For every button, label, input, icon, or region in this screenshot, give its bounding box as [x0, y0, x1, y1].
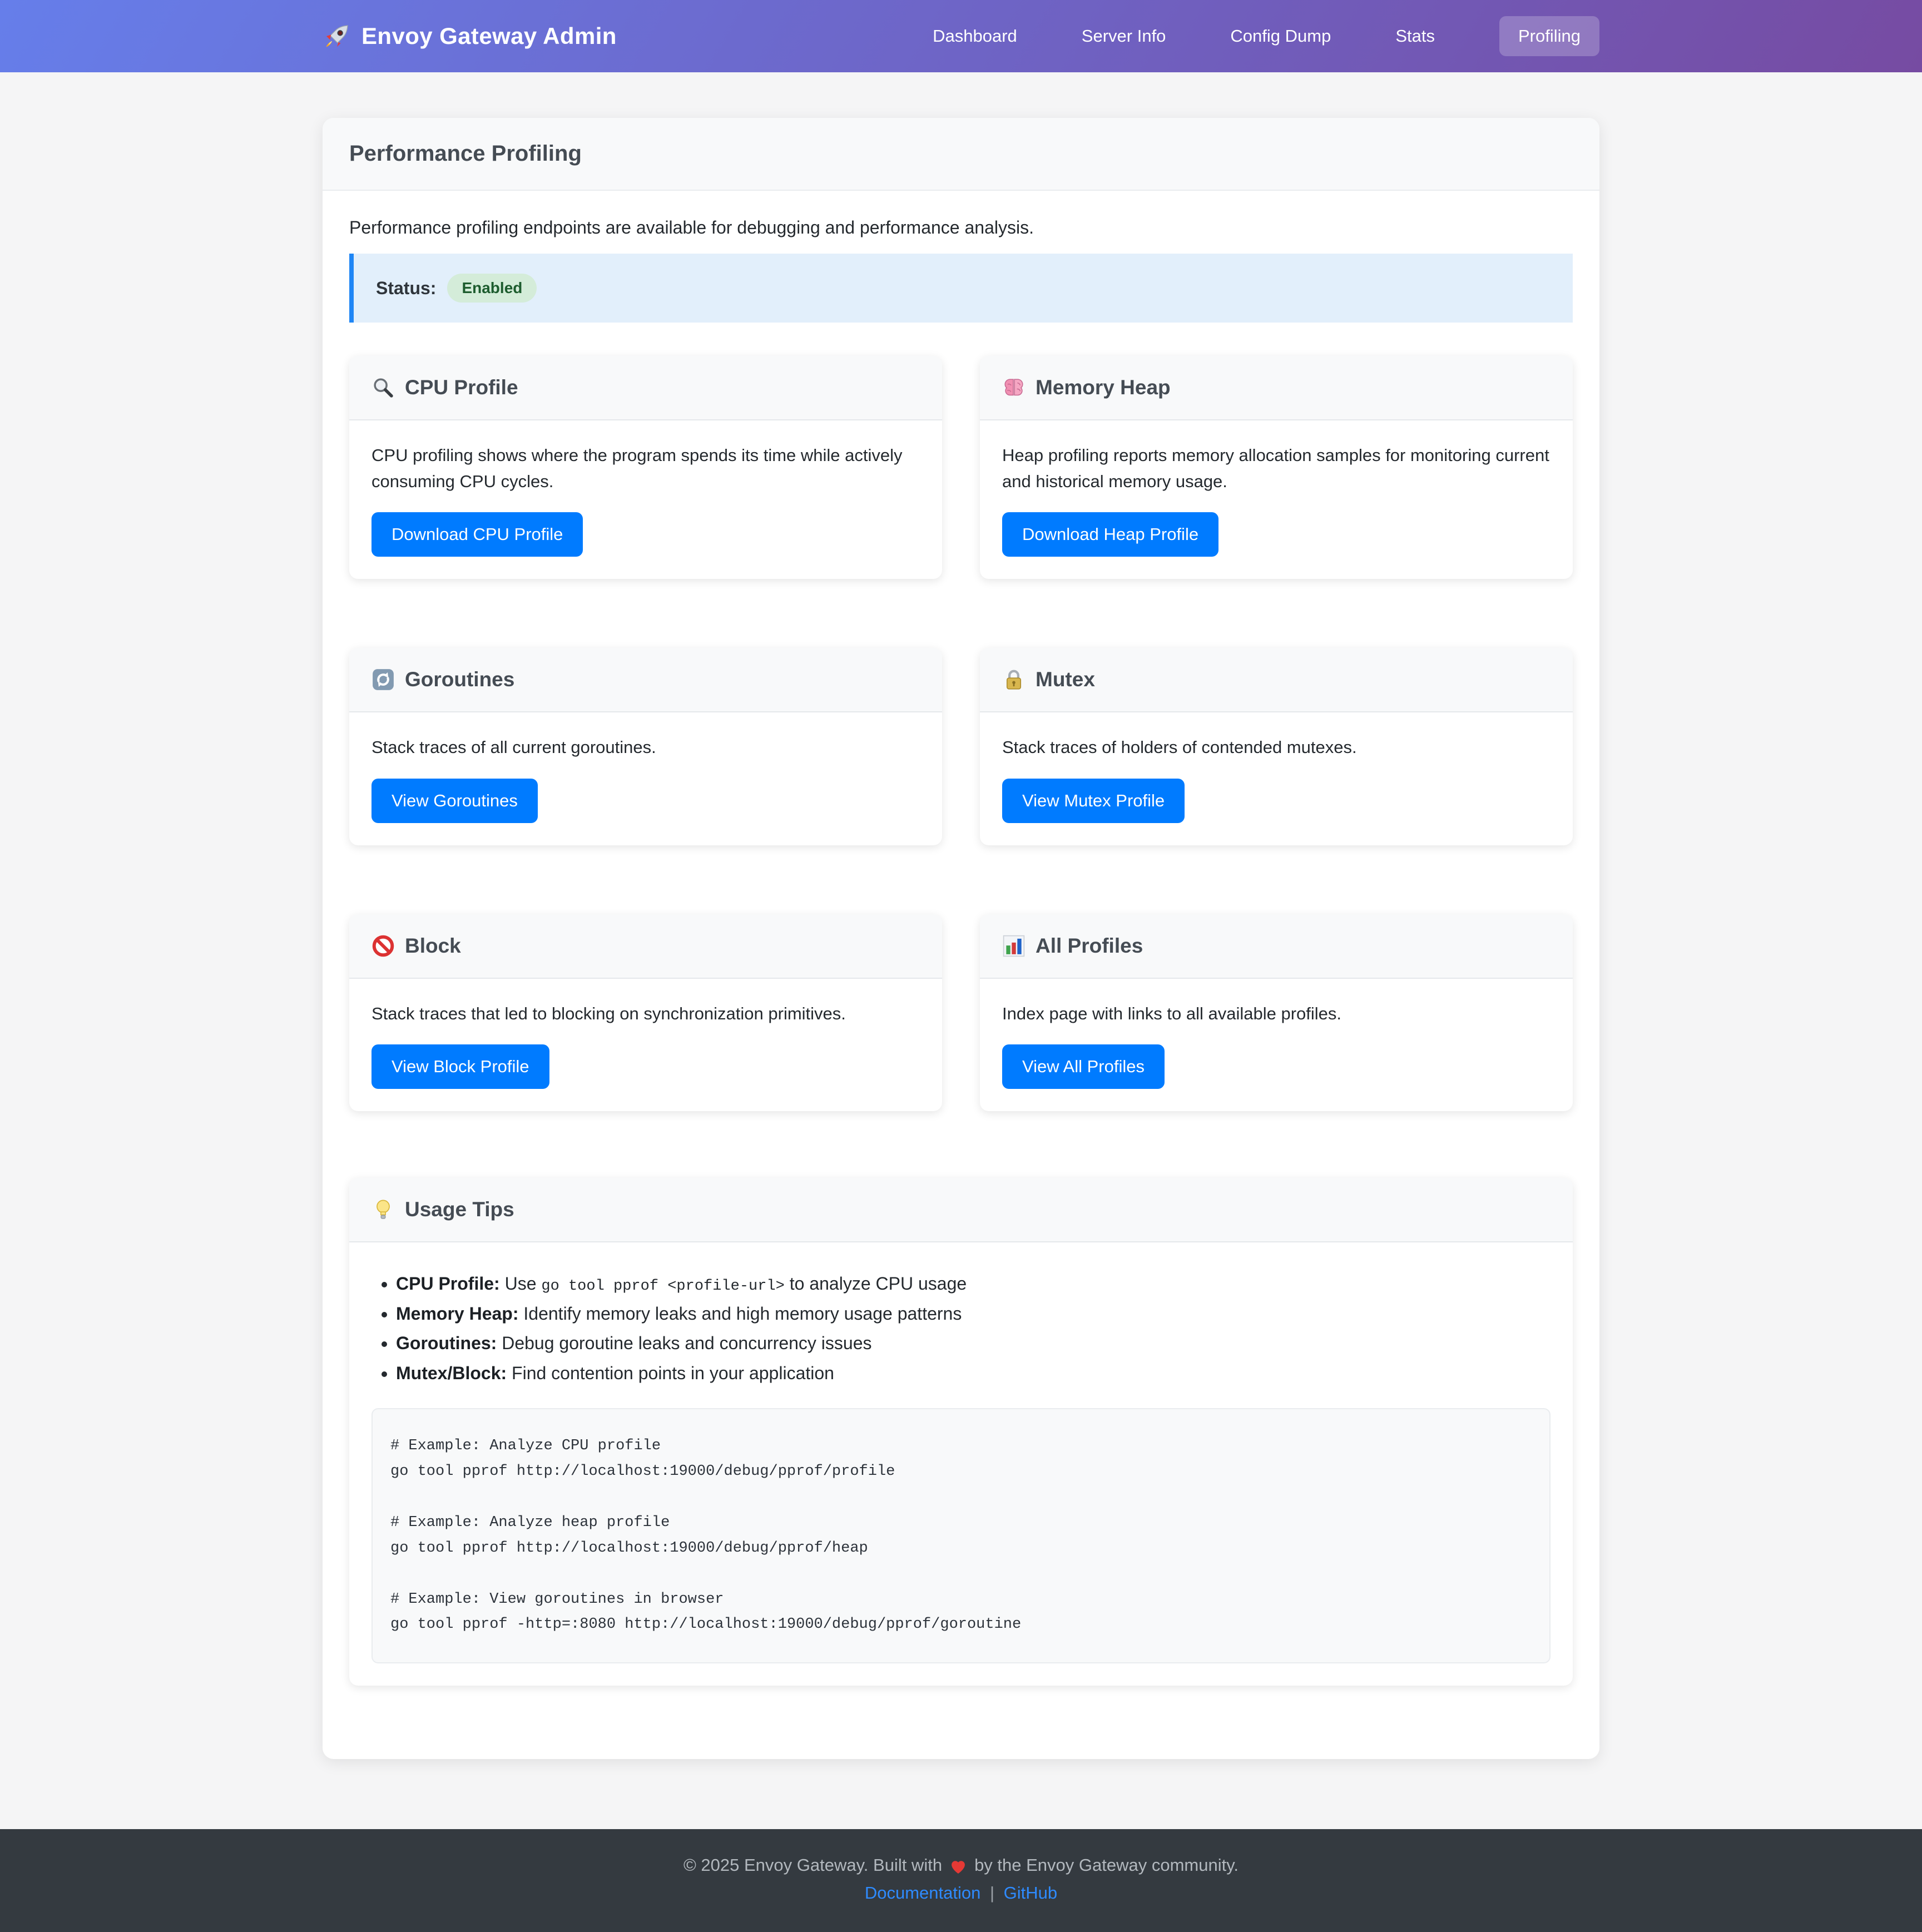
- card-title: Memory Heap: [1036, 376, 1171, 399]
- usage-tips-title: Usage Tips: [405, 1198, 514, 1221]
- view-all-profiles-button[interactable]: View All Profiles: [1002, 1044, 1165, 1089]
- github-link[interactable]: GitHub: [1004, 1883, 1057, 1903]
- top-navbar: Envoy Gateway Admin Dashboard Server Inf…: [0, 0, 1922, 72]
- usage-tips-card: Usage Tips CPU Profile: Use go tool ppro…: [349, 1178, 1573, 1686]
- refresh-icon: [371, 668, 395, 691]
- nav-item-config-dump[interactable]: Config Dump: [1230, 26, 1331, 46]
- card-title: CPU Profile: [405, 376, 518, 399]
- profile-card-block: Block Stack traces that led to blocking …: [349, 914, 942, 1112]
- view-mutex-profile-button[interactable]: View Mutex Profile: [1002, 779, 1185, 823]
- main-card: Performance Profiling Performance profil…: [323, 118, 1599, 1759]
- download-cpu-profile-button[interactable]: Download CPU Profile: [371, 512, 583, 557]
- card-description: Index page with links to all available p…: [1002, 1001, 1551, 1027]
- card-title: Mutex: [1036, 668, 1095, 691]
- lock-icon: [1002, 668, 1026, 691]
- tip-item: CPU Profile: Use go tool pprof <profile-…: [396, 1269, 1551, 1299]
- footer: © 2025 Envoy Gateway. Built with by the …: [0, 1829, 1922, 1932]
- profile-cards-grid: CPU Profile CPU profiling shows where th…: [349, 356, 1573, 1111]
- tip-item: Memory Heap: Identify memory leaks and h…: [396, 1299, 1551, 1329]
- card-description: Stack traces that led to blocking on syn…: [371, 1001, 920, 1027]
- card-description: Stack traces of all current goroutines.: [371, 735, 920, 761]
- view-block-profile-button[interactable]: View Block Profile: [371, 1044, 549, 1089]
- search-icon: [371, 376, 395, 399]
- status-label: Status:: [376, 278, 436, 299]
- card-description: CPU profiling shows where the program sp…: [371, 443, 920, 494]
- profile-card-cpu: CPU Profile CPU profiling shows where th…: [349, 356, 942, 579]
- footer-link-separator: |: [990, 1883, 994, 1903]
- nav-item-server-info[interactable]: Server Info: [1082, 26, 1166, 46]
- intro-text: Performance profiling endpoints are avai…: [349, 217, 1573, 238]
- brand-title: Envoy Gateway Admin: [361, 23, 617, 49]
- tip-item: Mutex/Block: Find contention points in y…: [396, 1359, 1551, 1389]
- brand: Envoy Gateway Admin: [323, 22, 617, 51]
- card-description: Heap profiling reports memory allocation…: [1002, 443, 1551, 494]
- rocket-icon: [323, 22, 351, 51]
- view-goroutines-button[interactable]: View Goroutines: [371, 779, 538, 823]
- profile-card-heap: Memory Heap Heap profiling reports memor…: [980, 356, 1573, 579]
- card-title: All Profiles: [1036, 934, 1143, 958]
- card-title: Block: [405, 934, 461, 958]
- example-code-block: # Example: Analyze CPU profile go tool p…: [371, 1408, 1551, 1663]
- bar-chart-icon: [1002, 934, 1026, 958]
- footer-copyright: © 2025 Envoy Gateway. Built with by the …: [683, 1855, 1239, 1875]
- card-title: Goroutines: [405, 668, 514, 691]
- footer-links: Documentation | GitHub: [0, 1883, 1922, 1903]
- tips-list: CPU Profile: Use go tool pprof <profile-…: [371, 1269, 1551, 1388]
- nav-item-profiling[interactable]: Profiling: [1499, 16, 1599, 56]
- profile-card-mutex: Mutex Stack traces of holders of contend…: [980, 648, 1573, 845]
- status-badge: Enabled: [447, 274, 537, 303]
- heart-icon: [949, 1857, 968, 1876]
- nav-item-stats[interactable]: Stats: [1395, 26, 1435, 46]
- profile-card-all: All Profiles Index page with links to al…: [980, 914, 1573, 1112]
- status-box: Status: Enabled: [349, 254, 1573, 323]
- page-title: Performance Profiling: [349, 141, 1573, 166]
- light-bulb-icon: [371, 1198, 395, 1221]
- prohibited-icon: [371, 934, 395, 958]
- brain-icon: [1002, 376, 1026, 399]
- documentation-link[interactable]: Documentation: [865, 1883, 981, 1903]
- card-description: Stack traces of holders of contended mut…: [1002, 735, 1551, 761]
- profile-card-goroutines: Goroutines Stack traces of all current g…: [349, 648, 942, 845]
- page-header: Performance Profiling: [323, 118, 1599, 191]
- download-heap-profile-button[interactable]: Download Heap Profile: [1002, 512, 1218, 557]
- nav-item-dashboard[interactable]: Dashboard: [933, 26, 1017, 46]
- tip-item: Goroutines: Debug goroutine leaks and co…: [396, 1329, 1551, 1359]
- nav-links: Dashboard Server Info Config Dump Stats …: [933, 16, 1599, 56]
